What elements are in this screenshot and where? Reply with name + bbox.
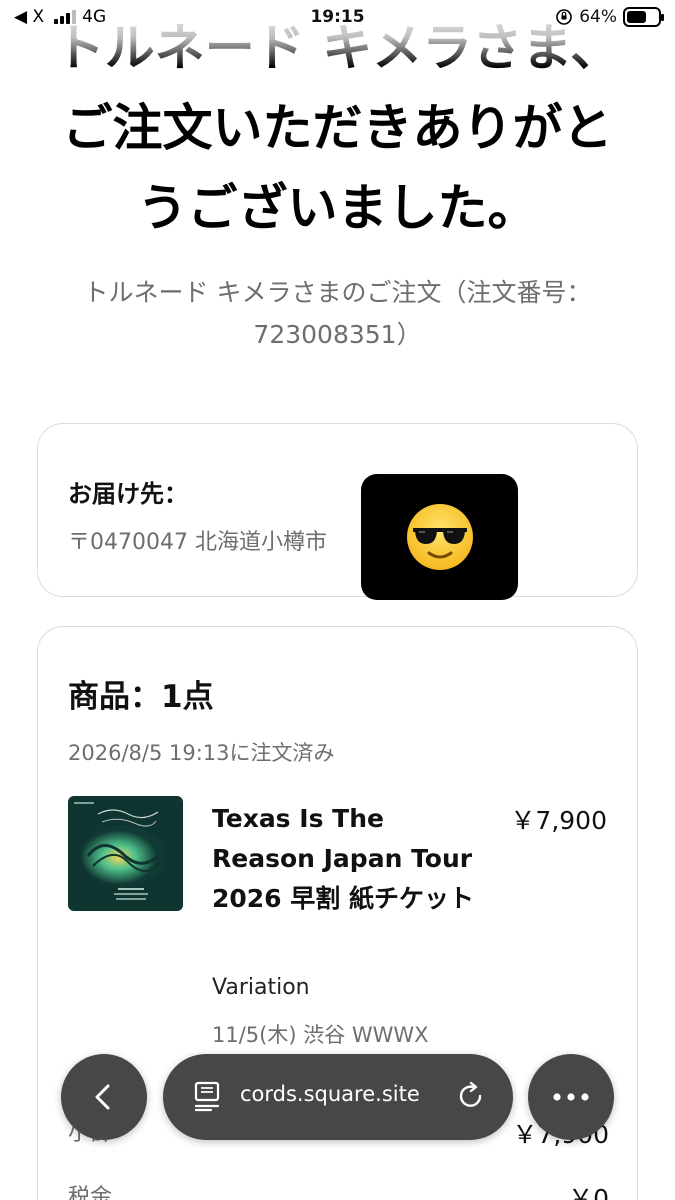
browser-back-button[interactable] [61, 1054, 147, 1140]
order-line-1: トルネード キメラさまのご注文（注文番号： [83, 278, 592, 307]
ticket-artwork-thumbnail [68, 796, 183, 911]
items-count-title: 商品：1点 [68, 679, 214, 715]
tax-value: ￥0 [568, 1184, 609, 1200]
variation-label: Variation [212, 975, 310, 1000]
shipping-address-text: 〒0470047 北海道小樽市 [68, 530, 327, 555]
battery-icon [623, 7, 664, 27]
address-bar[interactable]: cords.square.site [163, 1054, 513, 1140]
tax-row: 税金 ￥0 [68, 1179, 609, 1200]
order-number-text: トルネード キメラさまのご注文（注文番号： 723008351） [0, 272, 675, 356]
item-price: ￥7,900 [510, 806, 607, 835]
battery-percent: 64% [579, 7, 617, 27]
smiling-face-with-sunglasses-icon [406, 504, 473, 570]
status-right: 64% [555, 7, 664, 27]
variation-value: 11/5(木) 渋谷 WWWX [212, 1023, 429, 1047]
ordered-date: 2026/8/5 19:13に注文済み [68, 741, 335, 765]
orientation-lock-icon [556, 9, 573, 25]
ellipsis-icon [553, 1093, 589, 1101]
shipping-address-card: お届け先： 〒0470047 北海道小樽市 [37, 423, 638, 597]
reader-mode-icon[interactable] [193, 1080, 223, 1112]
tax-label: 税金 [68, 1185, 113, 1200]
heading-line-3: うございました。 [137, 179, 538, 237]
battery-level [627, 11, 647, 23]
heading-line-2: ご注文いただきありがと [62, 99, 613, 157]
order-line-2: 723008351） [253, 320, 422, 349]
status-bar: ◀ X 4G 19:15 64% [0, 0, 675, 36]
shipping-address-title: お届け先： [68, 480, 188, 508]
redaction-emoji-overlay [361, 474, 518, 600]
chevron-left-icon [95, 1084, 110, 1110]
more-options-button[interactable] [528, 1054, 614, 1140]
reload-icon[interactable] [455, 1080, 487, 1112]
url-text[interactable]: cords.square.site [240, 1082, 420, 1106]
item-thumbnail[interactable] [68, 796, 183, 911]
item-name[interactable]: Texas Is The Reason Japan Tour 2026 早割 紙… [212, 799, 492, 919]
